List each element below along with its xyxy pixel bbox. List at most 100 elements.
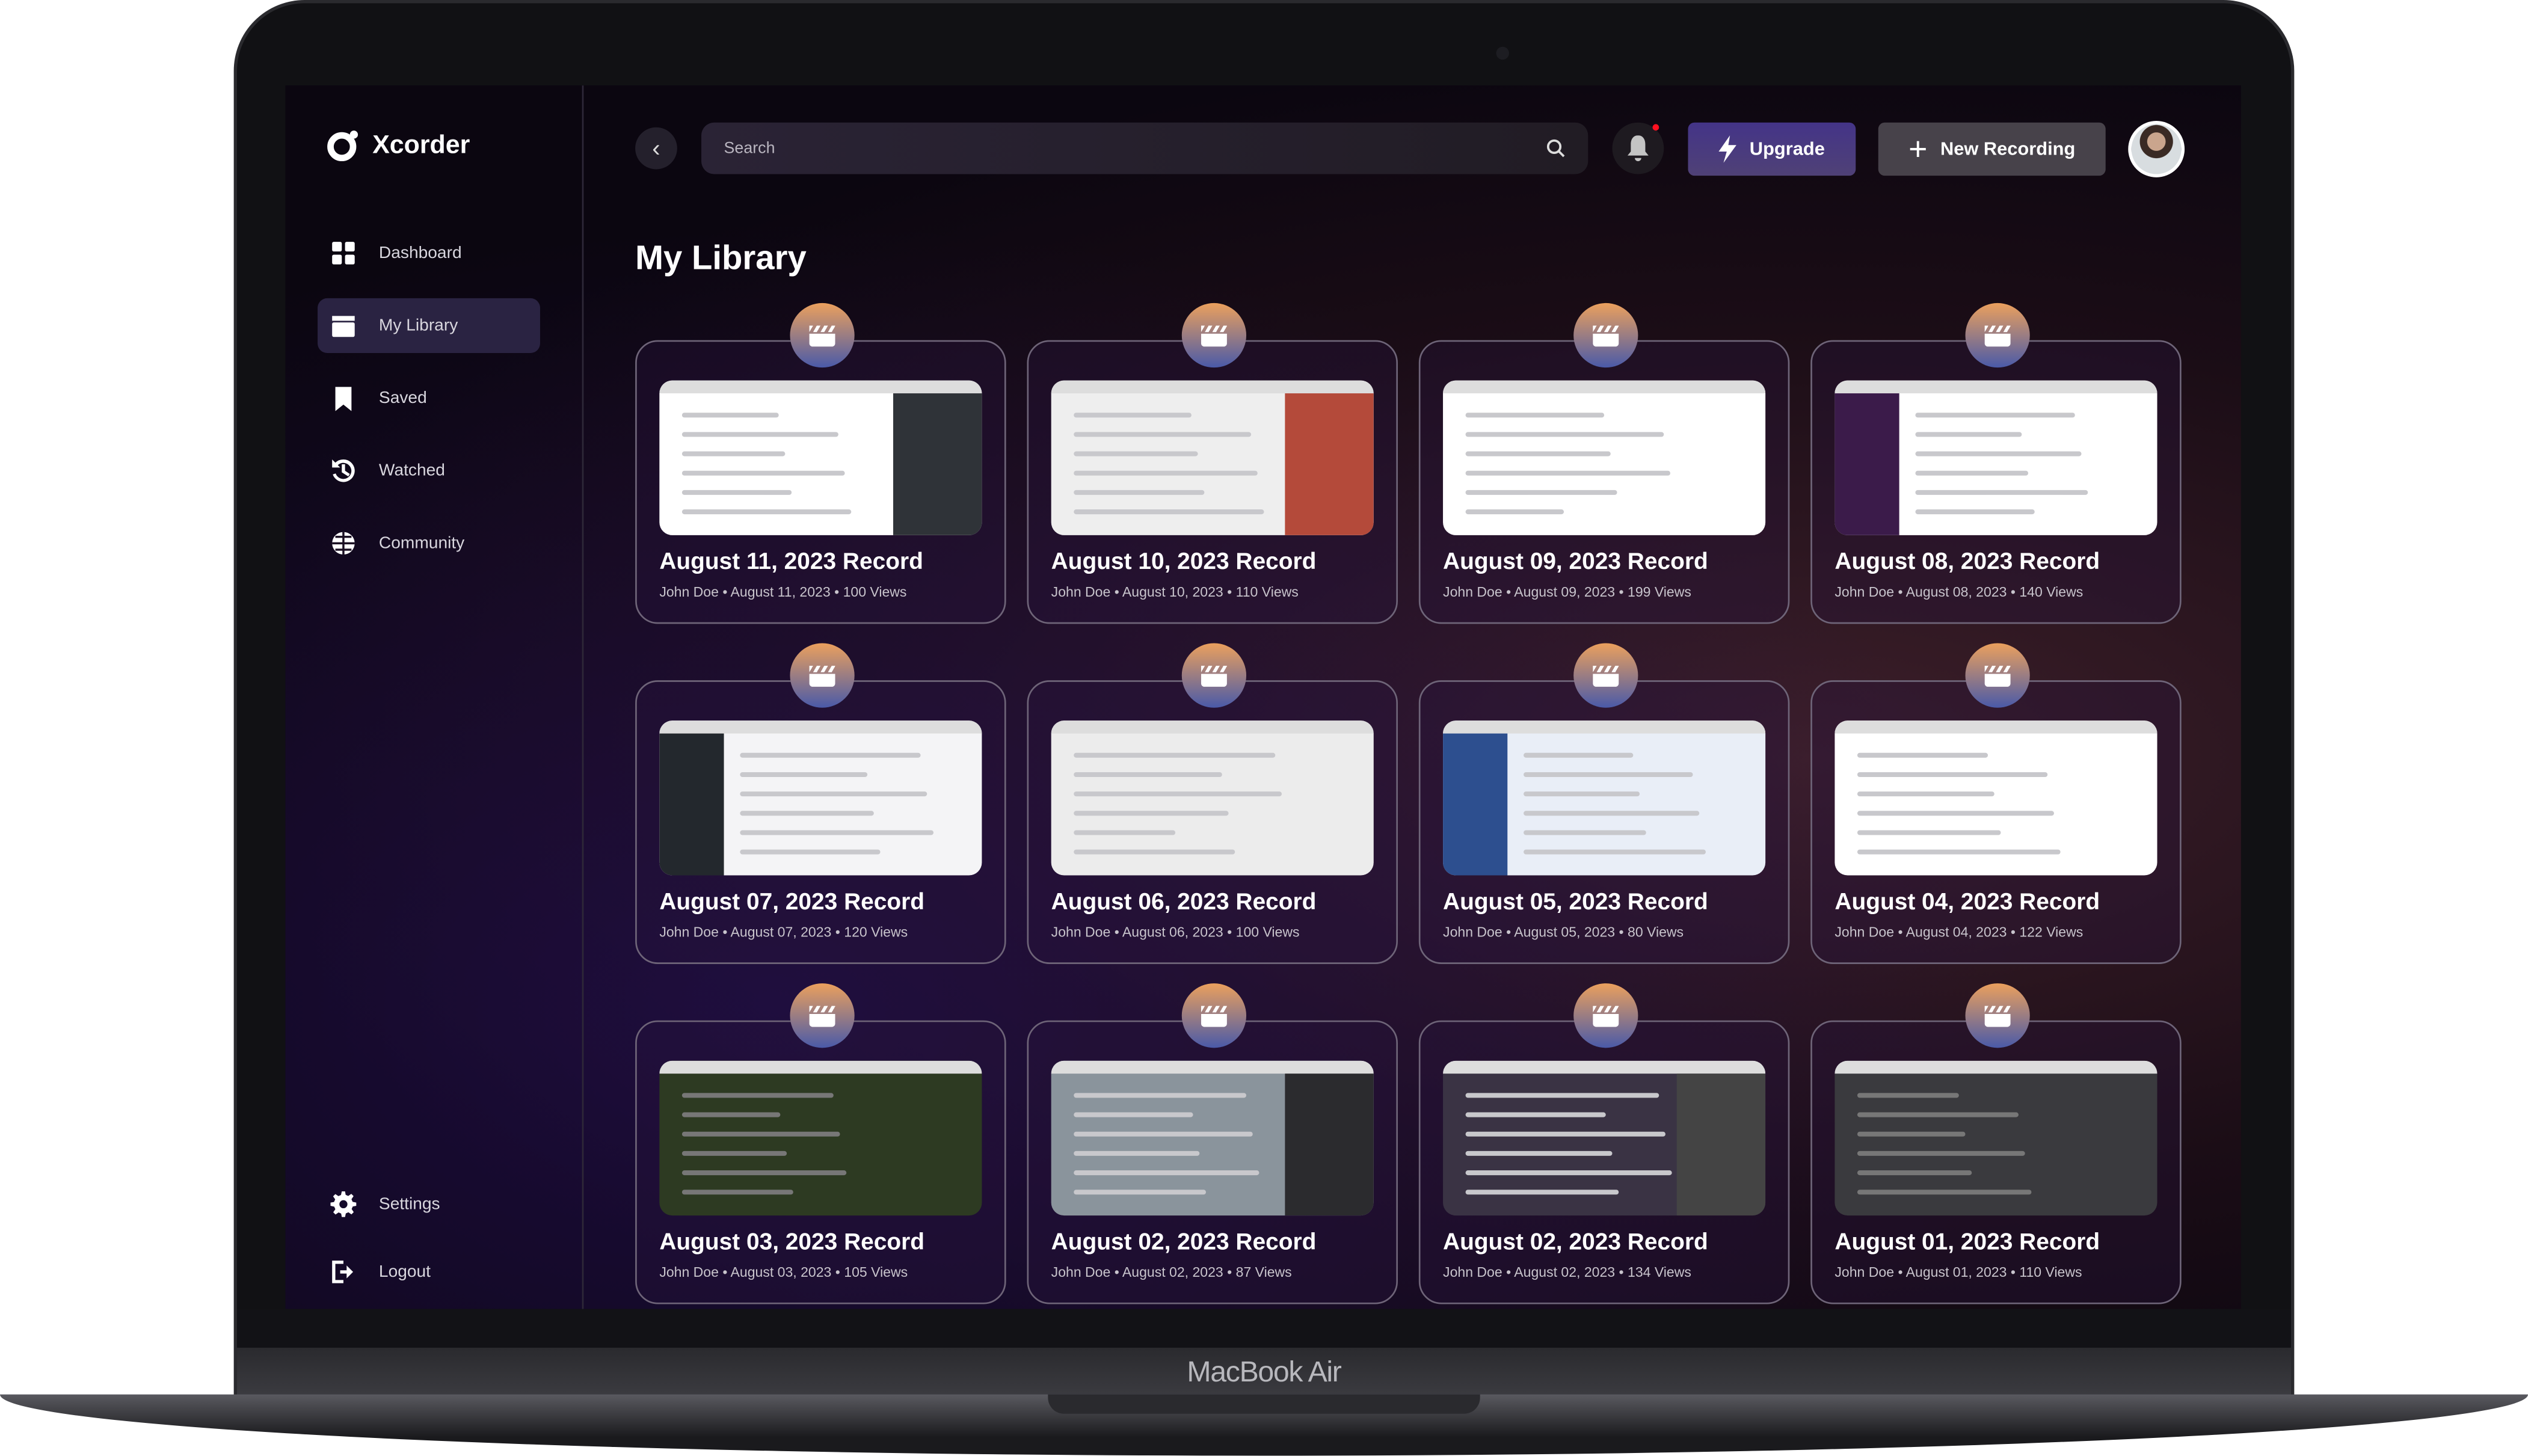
recording-meta: John Doe • August 02, 2023 • 87 Views <box>1051 1264 1292 1280</box>
thumbnail-line <box>1524 791 1640 797</box>
recording-thumbnail[interactable] <box>659 380 982 535</box>
thumbnail-sidebar <box>659 733 724 876</box>
sidebar-item-my-library[interactable]: My Library <box>318 298 540 354</box>
recording-thumbnail[interactable] <box>1443 720 1766 876</box>
recording-card[interactable]: August 01, 2023 Record John Doe • August… <box>1810 983 2182 1304</box>
recording-badge <box>1573 303 1638 368</box>
device-label: MacBook Air <box>1187 1356 1341 1388</box>
recording-thumbnail[interactable] <box>1834 380 2157 535</box>
main-content: ‹ Upgrade + New Recording My Library Augu… <box>583 85 2241 1309</box>
recording-thumbnail[interactable] <box>659 1060 982 1216</box>
thumbnail-line <box>1465 1131 1665 1137</box>
recording-card[interactable]: August 03, 2023 Record John Doe • August… <box>635 983 1006 1304</box>
thumbnail-line <box>1074 1190 1207 1195</box>
recording-views: 110 Views <box>2019 1264 2082 1280</box>
recording-thumbnail[interactable] <box>1443 380 1766 535</box>
recording-card[interactable]: August 08, 2023 Record John Doe • August… <box>1810 303 2182 624</box>
thumbnail-line <box>1524 752 1634 758</box>
recording-thumbnail[interactable] <box>1051 1060 1374 1216</box>
notification-dot <box>1652 124 1659 131</box>
search-icon[interactable] <box>1546 139 1566 158</box>
recording-thumbnail[interactable] <box>1051 720 1374 876</box>
recording-title[interactable]: August 03, 2023 Record <box>659 1230 924 1256</box>
clapperboard-icon <box>1984 665 2011 686</box>
new-recording-button[interactable]: + New Recording <box>1878 122 2106 176</box>
recording-card[interactable]: August 10, 2023 Record John Doe • August… <box>1027 303 1398 624</box>
thumbnail-line <box>1857 1112 2019 1117</box>
recording-title[interactable]: August 05, 2023 Record <box>1443 890 1708 916</box>
thumbnail-line <box>1524 830 1646 835</box>
back-button[interactable]: ‹ <box>635 127 677 170</box>
page-title: My Library <box>635 240 807 278</box>
sidebar-item-label: Dashboard <box>378 243 462 263</box>
logo[interactable]: Xcorder <box>327 131 470 162</box>
thumbnail-toolbar <box>1834 380 2157 394</box>
recording-author: John Doe <box>1443 583 1502 600</box>
recording-title[interactable]: August 02, 2023 Record <box>1443 1230 1708 1256</box>
thumbnail-line <box>1857 849 2061 855</box>
clapperboard-icon <box>809 665 835 686</box>
search-input[interactable] <box>724 139 1498 158</box>
thumbnail-line <box>681 1190 793 1195</box>
recording-card[interactable]: August 04, 2023 Record John Doe • August… <box>1810 643 2182 964</box>
recording-card[interactable]: August 07, 2023 Record John Doe • August… <box>635 643 1006 964</box>
thumbnail-line <box>1465 1190 1619 1195</box>
thumbnail-line <box>1524 849 1706 855</box>
clapperboard-icon <box>1201 325 1227 346</box>
recording-thumbnail[interactable] <box>1051 380 1374 535</box>
recording-card[interactable]: August 05, 2023 Record John Doe • August… <box>1418 643 1790 964</box>
recording-thumbnail[interactable] <box>1834 720 2157 876</box>
recording-card[interactable]: August 02, 2023 Record John Doe • August… <box>1027 983 1398 1304</box>
recording-badge <box>1573 643 1638 708</box>
sidebar-item-community[interactable]: Community <box>318 516 540 571</box>
sidebar-item-saved[interactable]: Saved <box>318 371 540 426</box>
recording-badge <box>1965 983 2030 1048</box>
recording-title[interactable]: August 02, 2023 Record <box>1051 1230 1317 1256</box>
sidebar-item-dashboard[interactable]: Dashboard <box>318 226 540 280</box>
thumbnail-line <box>1074 1093 1247 1098</box>
user-avatar[interactable] <box>2128 121 2185 177</box>
recording-card[interactable]: August 06, 2023 Record John Doe • August… <box>1027 643 1398 964</box>
sidebar-item-watched[interactable]: Watched <box>318 443 540 498</box>
thumbnail-toolbar <box>1443 720 1766 734</box>
recording-thumbnail[interactable] <box>659 720 982 876</box>
thumbnail-sidebar <box>893 393 982 535</box>
thumbnail-line <box>1074 849 1235 855</box>
recording-date: August 10, 2023 <box>1122 583 1223 600</box>
recording-thumbnail[interactable] <box>1443 1060 1766 1216</box>
recording-card[interactable]: August 09, 2023 Record John Doe • August… <box>1418 303 1790 624</box>
recording-meta: John Doe • August 09, 2023 • 199 Views <box>1443 583 1691 600</box>
notifications-button[interactable] <box>1612 122 1664 174</box>
recording-title[interactable]: August 01, 2023 Record <box>1834 1230 2100 1256</box>
thumbnail-line <box>1465 1112 1606 1117</box>
recording-title[interactable]: August 07, 2023 Record <box>659 890 924 916</box>
sidebar-item-settings[interactable]: Settings <box>318 1177 540 1232</box>
thumbnail-line <box>1074 490 1205 495</box>
thumbnail-line <box>1074 470 1258 476</box>
recording-date: August 06, 2023 <box>1122 923 1223 940</box>
recording-title[interactable]: August 10, 2023 Record <box>1051 550 1317 576</box>
recording-title[interactable]: August 08, 2023 Record <box>1834 550 2100 576</box>
camera <box>1496 46 1509 60</box>
recording-card[interactable]: August 02, 2023 Record John Doe • August… <box>1418 983 1790 1304</box>
recording-title[interactable]: August 11, 2023 Record <box>659 550 923 576</box>
recording-title[interactable]: August 06, 2023 Record <box>1051 890 1317 916</box>
upgrade-button[interactable]: Upgrade <box>1688 122 1856 176</box>
recording-views: 140 Views <box>2019 583 2084 600</box>
recording-thumbnail[interactable] <box>1834 1060 2157 1216</box>
recording-date: August 11, 2023 <box>730 583 831 600</box>
clapperboard-icon <box>1593 1005 1619 1027</box>
recording-meta: John Doe • August 04, 2023 • 122 Views <box>1834 923 2084 940</box>
recording-title[interactable]: August 04, 2023 Record <box>1834 890 2100 916</box>
sidebar-item-logout[interactable]: Logout <box>318 1244 540 1299</box>
thumbnail-line <box>681 1150 787 1156</box>
logout-icon <box>332 1261 354 1283</box>
recording-title[interactable]: August 09, 2023 Record <box>1443 550 1708 576</box>
history-icon <box>332 459 355 482</box>
clapperboard-icon <box>809 1005 835 1027</box>
recording-meta: John Doe • August 07, 2023 • 120 Views <box>659 923 908 940</box>
recording-author: John Doe <box>1834 583 1895 600</box>
recording-card[interactable]: August 11, 2023 Record John Doe • August… <box>635 303 1006 624</box>
recording-badge <box>1573 983 1638 1048</box>
recording-meta: John Doe • August 03, 2023 • 105 Views <box>659 1264 908 1280</box>
